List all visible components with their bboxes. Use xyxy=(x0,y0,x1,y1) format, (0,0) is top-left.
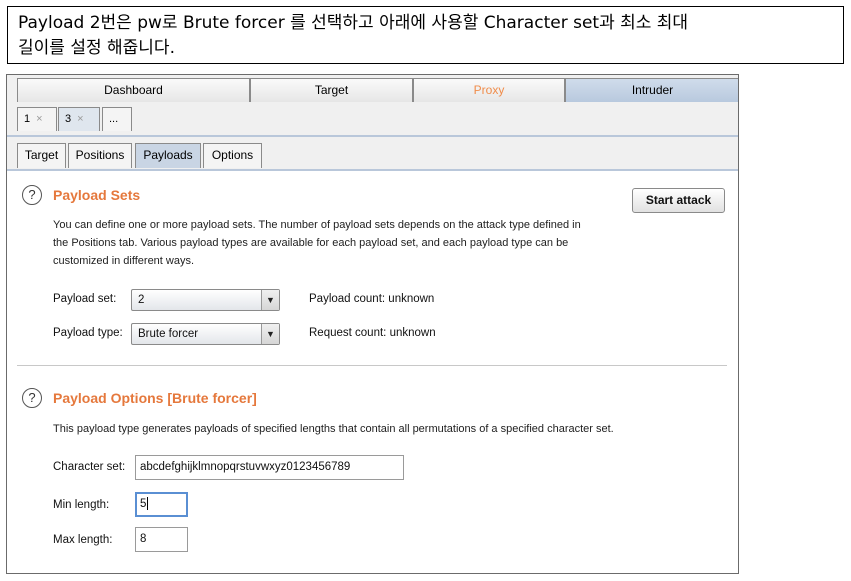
max-length-label: Max length: xyxy=(53,534,113,546)
instruction-caption: Payload 2번은 pw로 Brute forcer 를 선택하고 아래에 … xyxy=(7,6,844,64)
chevron-down-icon: ▼ xyxy=(261,290,279,310)
attack-tab-3[interactable]: 3 × xyxy=(58,107,100,131)
close-icon[interactable]: × xyxy=(36,113,42,125)
close-icon[interactable]: × xyxy=(77,113,83,125)
burp-window: Dashboard Target Proxy Intruder 1 × 3 × ..… xyxy=(6,74,739,574)
tab-panel-payloads[interactable]: Payloads xyxy=(135,143,201,168)
attack-tab-bar: 1 × 3 × ... xyxy=(7,103,738,137)
payload-type-select[interactable]: Brute forcer ▼ xyxy=(131,323,280,345)
attack-tab-more[interactable]: ... xyxy=(102,107,132,131)
payload-count-key: Payload count: xyxy=(309,293,386,305)
payload-sets-desc-3: customized in different ways. xyxy=(53,255,195,267)
attack-tab-3-label: 3 xyxy=(65,113,72,125)
payload-set-value: 2 xyxy=(138,294,145,306)
payload-count-value: unknown xyxy=(388,293,435,305)
chevron-down-icon: ▼ xyxy=(261,324,279,344)
min-length-input[interactable]: 5 xyxy=(135,492,188,517)
charset-input[interactable]: abcdefghijklmnopqrstuvwxyz0123456789 xyxy=(135,455,404,480)
main-tab-bar: Dashboard Target Proxy Intruder xyxy=(7,75,738,104)
payload-sets-title: Payload Sets xyxy=(53,187,141,203)
charset-label: Character set: xyxy=(53,461,126,473)
tab-panel-options[interactable]: Options xyxy=(203,143,262,168)
text-cursor xyxy=(147,497,149,511)
tab-panel-target[interactable]: Target xyxy=(17,143,66,168)
payload-count-label: Payload count: unknown xyxy=(309,293,434,305)
max-length-input[interactable]: 8 xyxy=(135,527,188,552)
tab-proxy[interactable]: Proxy xyxy=(413,78,565,102)
payload-options-title: Payload Options [Brute forcer] xyxy=(53,390,257,406)
request-count-label: Request count: unknown xyxy=(309,327,436,339)
tab-intruder[interactable]: Intruder xyxy=(565,78,738,102)
min-length-label: Min length: xyxy=(53,499,110,511)
attack-tab-1-label: 1 xyxy=(24,113,31,125)
payload-set-select[interactable]: 2 ▼ xyxy=(131,289,280,311)
request-count-key: Request count: xyxy=(309,327,387,339)
section-divider xyxy=(17,365,727,366)
help-icon[interactable]: ? xyxy=(22,388,42,408)
caption-line-1: Payload 2번은 pw로 Brute forcer 를 선택하고 아래에 … xyxy=(18,13,689,33)
min-length-value: 5 xyxy=(140,498,147,510)
attack-tab-1[interactable]: 1 × xyxy=(17,107,57,131)
tab-target[interactable]: Target xyxy=(250,78,413,102)
intruder-panel-tabs: Target Positions Payloads Options xyxy=(7,137,738,171)
payloads-content: ? Payload Sets Start attack You can defi… xyxy=(7,171,738,573)
payload-sets-desc-2: the Positions tab. Various payload types… xyxy=(53,237,569,249)
payload-type-label: Payload type: xyxy=(53,327,123,339)
payload-options-desc: This payload type generates payloads of … xyxy=(53,423,614,435)
payload-set-label: Payload set: xyxy=(53,293,117,305)
start-attack-button[interactable]: Start attack xyxy=(632,188,725,213)
tab-panel-positions[interactable]: Positions xyxy=(68,143,132,168)
payload-sets-desc-1: You can define one or more payload sets.… xyxy=(53,219,581,231)
help-icon[interactable]: ? xyxy=(22,185,42,205)
payload-type-value: Brute forcer xyxy=(138,328,199,340)
tab-dashboard[interactable]: Dashboard xyxy=(17,78,250,102)
caption-line-2: 길이를 설정 해줍니다. xyxy=(18,38,175,58)
request-count-value: unknown xyxy=(389,327,436,339)
